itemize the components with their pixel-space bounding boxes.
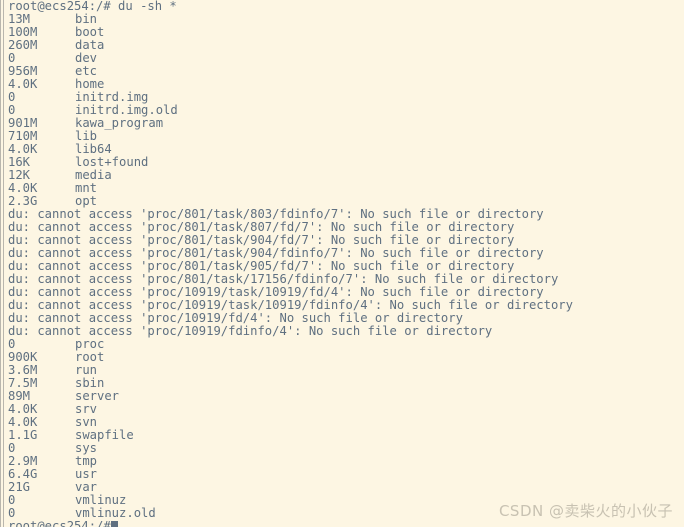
du-output-list-bottom: 0 proc 900K root 3.6M run 7.5M sbin 89M server 4.0… xyxy=(8,338,684,520)
du-entry-row: 3.6M run xyxy=(8,364,684,377)
du-entry-row: 2.9M tmp xyxy=(8,455,684,468)
du-entry-size: 0 xyxy=(8,493,16,507)
du-entry-row: 13M bin xyxy=(8,13,684,26)
du-error-list: du: cannot access 'proc/801/task/803/fdi… xyxy=(8,208,684,338)
terminal-screen[interactable]: root@ecs254:/# du -sh * 13M bin 100M boot 26… xyxy=(0,0,684,527)
du-output-list-top: 13M bin 100M boot 260M data 0 dev 956M etc 4.0K hom… xyxy=(8,13,684,208)
du-entry-row: 4.0K mnt xyxy=(8,182,684,195)
bottom-prompt-text: root@ecs254:/# xyxy=(8,519,111,527)
du-entry-size: 21G xyxy=(8,480,31,494)
du-entry-row: 4.0K srv xyxy=(8,403,684,416)
du-entry-row: 89M server xyxy=(8,390,684,403)
terminal-window: root@ecs254:/# du -sh * 13M bin 100M boot 26… xyxy=(0,0,684,527)
du-entry-row: 0 proc xyxy=(8,338,684,351)
du-entry-row: 901M kawa_program xyxy=(8,117,684,130)
du-entry-row: 956M etc xyxy=(8,65,684,78)
du-entry-size: 260M xyxy=(8,38,38,52)
du-entry-row: 12K media xyxy=(8,169,684,182)
du-entry-row: 260M data xyxy=(8,39,684,52)
csdn-watermark: CSDN @卖柴火的小伙子 xyxy=(498,502,673,520)
du-entry-size: 4.0K xyxy=(8,77,38,91)
du-entry-row: 1.1G swapfile xyxy=(8,429,684,442)
du-entry-row: 0 sys xyxy=(8,442,684,455)
du-entry-row: 0 dev xyxy=(8,52,684,65)
du-entry-row: 100M boot xyxy=(8,26,684,39)
du-entry-size: 1.1G xyxy=(8,428,38,442)
command-prompt-line: root@ecs254:/# du -sh * xyxy=(8,0,177,13)
du-error-line: du: cannot access 'proc/10919/fdinfo/4':… xyxy=(8,324,493,338)
bottom-prompt-line: root@ecs254:/# xyxy=(8,520,684,527)
du-entry-row: 900K root xyxy=(8,351,684,364)
du-entry-row: 6.4G usr xyxy=(8,468,684,481)
du-entry-size: 0 xyxy=(8,90,16,104)
text-cursor xyxy=(110,521,118,527)
